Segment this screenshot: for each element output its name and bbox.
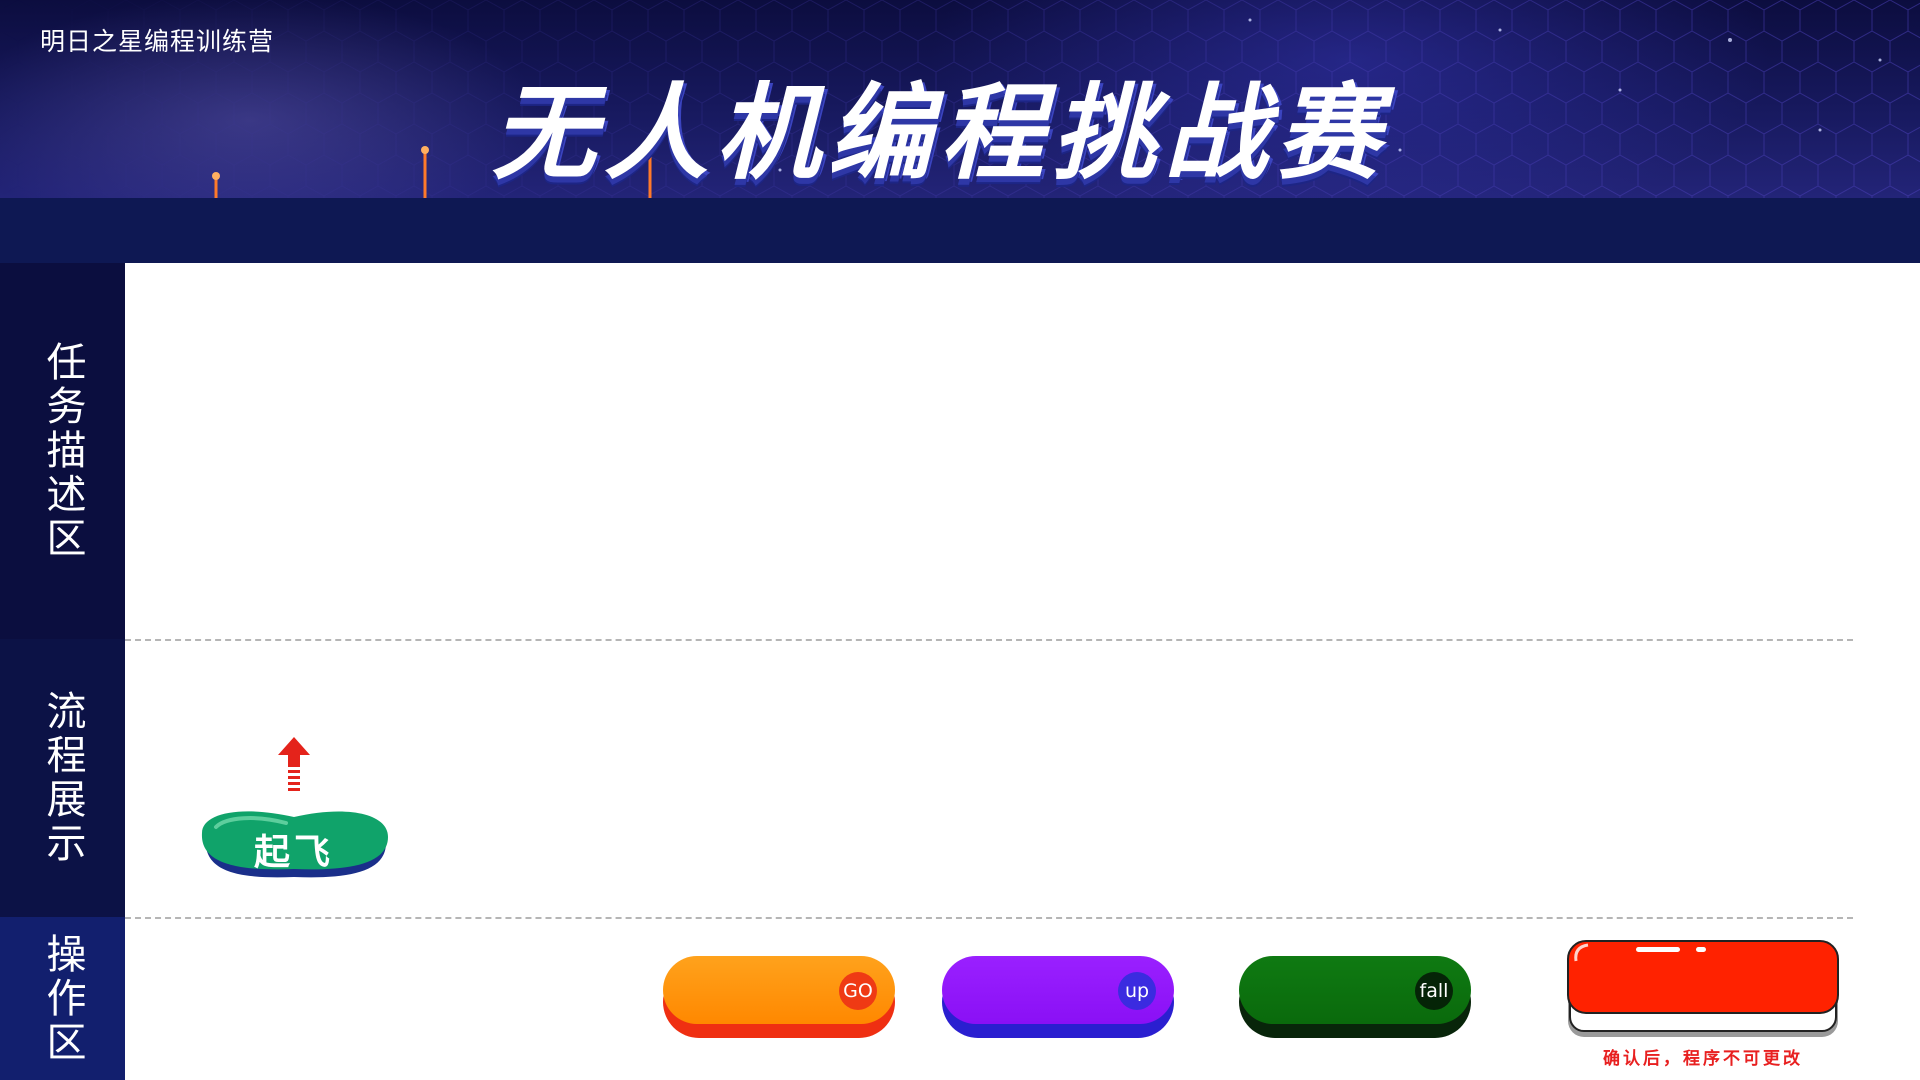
section-label-flow: 流程展示 [0, 639, 125, 917]
up-button-badge: up [1118, 972, 1156, 1010]
page-title: 无人机编程挑战赛 [491, 72, 1388, 194]
takeoff-block-label: 起飞 [253, 832, 334, 873]
confirm-button[interactable] [1566, 939, 1840, 1039]
go-button-badge: GO [839, 972, 877, 1010]
section-label-ops-text: 操作区 [39, 932, 86, 1065]
confirm-note: 确认后，程序不可更改 [1603, 1049, 1803, 1069]
section-label-task: 任务描述区 [0, 263, 125, 639]
up-arrow-icon [278, 737, 310, 791]
header-strip [0, 198, 1920, 263]
section-label-task-text: 任务描述区 [39, 341, 86, 561]
fall-button[interactable]: fall [1239, 956, 1471, 1038]
section-label-ops: 操作区 [0, 917, 125, 1080]
go-button[interactable]: GO [663, 956, 895, 1038]
section-label-flow-text: 流程展示 [39, 690, 86, 866]
flow-block-takeoff[interactable]: 起飞 [196, 737, 396, 893]
up-button[interactable]: up [942, 956, 1174, 1038]
task-description-area [125, 263, 1920, 639]
fall-button-badge: fall [1415, 972, 1453, 1010]
header-banner: 明日之星编程训练营 无人机编程挑战赛 [0, 0, 1920, 198]
